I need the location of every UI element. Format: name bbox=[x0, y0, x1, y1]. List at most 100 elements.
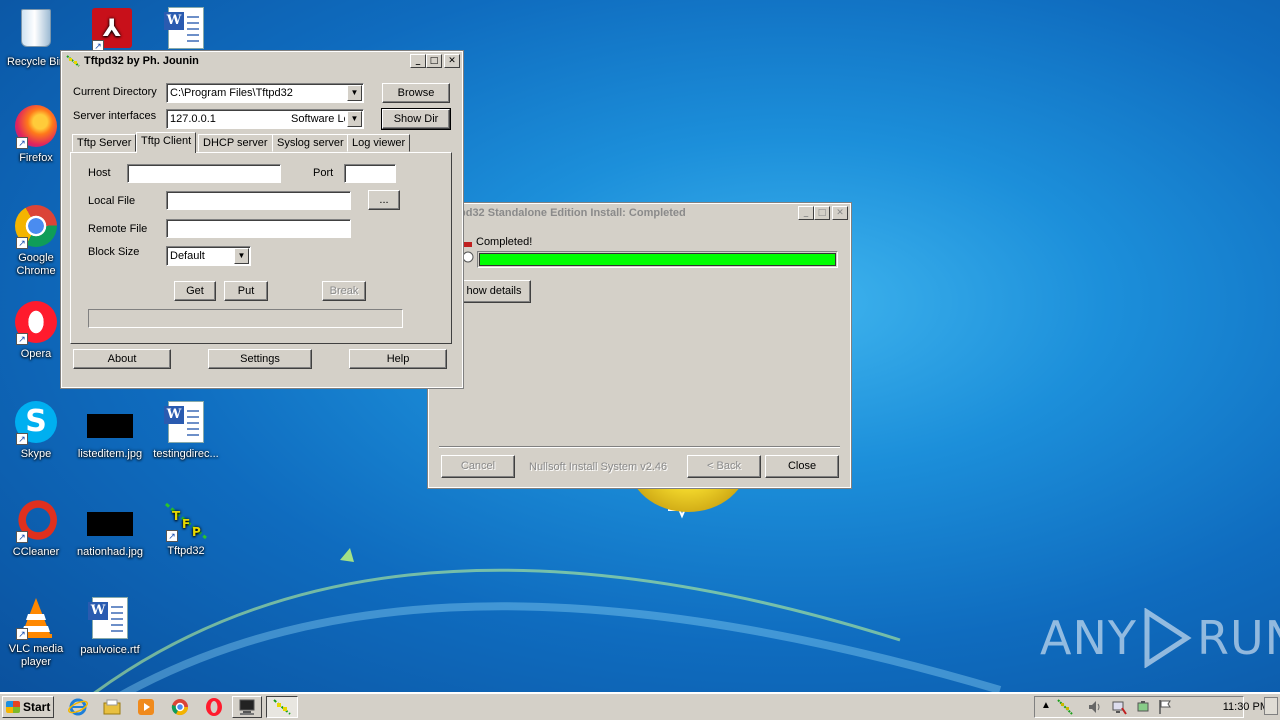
chevron-down-icon[interactable]: ▼ bbox=[347, 85, 362, 101]
desktop-icon-nationhad[interactable]: nationhad.jpg bbox=[74, 502, 146, 559]
show-details-button[interactable]: how details bbox=[457, 280, 531, 303]
desktop-icon-label: testingdirec... bbox=[153, 448, 219, 460]
action-center-flag-icon[interactable] bbox=[1157, 699, 1173, 715]
file-explorer-icon[interactable] bbox=[102, 697, 122, 717]
cancel-button[interactable]: Cancel bbox=[441, 455, 515, 478]
put-button[interactable]: Put bbox=[224, 281, 268, 301]
block-size-select[interactable]: Default ▼ bbox=[166, 246, 251, 266]
minimize-button[interactable]: _ bbox=[798, 206, 814, 220]
tab-tftp-server[interactable]: Tftp Server bbox=[72, 134, 137, 152]
back-button[interactable]: < Back bbox=[687, 455, 761, 478]
desktop-icon-vlc[interactable]: ↗ VLC media player bbox=[0, 596, 72, 669]
tab-log-viewer[interactable]: Log viewer bbox=[347, 134, 411, 152]
image-thumbnail-icon bbox=[87, 512, 133, 536]
tab-tftp-client[interactable]: Tftp Client bbox=[136, 132, 197, 153]
image-thumbnail-icon bbox=[87, 414, 133, 438]
play-triangle-icon bbox=[1144, 608, 1192, 668]
local-file-input[interactable] bbox=[166, 191, 351, 210]
desktop-icon-tftpd32[interactable]: T F P ↗ Tftpd32 bbox=[150, 498, 222, 558]
network-icon[interactable] bbox=[1111, 699, 1127, 715]
tftpd-titlebar[interactable]: Tftpd32 by Ph. Jounin _ □ ✕ bbox=[62, 52, 462, 70]
minimize-button[interactable]: _ bbox=[410, 54, 426, 68]
desktop-icon-listeditem[interactable]: listeditem.jpg bbox=[74, 404, 146, 461]
browse-button[interactable]: Browse bbox=[382, 83, 450, 103]
desktop-icon-skype[interactable]: S ↗ Skype bbox=[0, 400, 72, 461]
server-interfaces-label: Server interfaces bbox=[73, 110, 157, 122]
tab-strip: Tftp Server Tftp Client DHCP server Sysl… bbox=[70, 132, 452, 154]
shortcut-arrow-icon: ↗ bbox=[16, 237, 28, 249]
show-hidden-icons-icon[interactable]: ▲ bbox=[1041, 700, 1051, 711]
close-window-button[interactable]: ✕ bbox=[444, 54, 460, 68]
tab-syslog-server[interactable]: Syslog server bbox=[272, 134, 349, 152]
svg-text:F: F bbox=[182, 517, 190, 531]
taskbar: Start ▲ 11:30 PM bbox=[0, 692, 1280, 720]
about-button[interactable]: About bbox=[73, 349, 171, 369]
port-label: Port bbox=[313, 167, 334, 179]
opera-taskbar-icon[interactable] bbox=[204, 697, 224, 717]
desktop-icon-paulvoice[interactable]: W paulvoice.rtf bbox=[74, 596, 146, 657]
desktop-icon-doc-top[interactable]: W bbox=[150, 6, 222, 54]
tftpd-taskbar-icon bbox=[273, 699, 291, 715]
watermark-right: RUN bbox=[1196, 611, 1280, 665]
server-interfaces-combo[interactable]: 127.0.0.1 Software Lo ▼ bbox=[166, 109, 364, 129]
remote-file-input[interactable] bbox=[166, 219, 351, 238]
desktop-icon-pdf[interactable]: ⅄ ↗ bbox=[76, 6, 148, 55]
desktop-icon-testingdirec[interactable]: W testingdirec... bbox=[150, 400, 222, 461]
clock[interactable]: 11:30 PM bbox=[1223, 697, 1269, 717]
tftpd-window: Tftpd32 by Ph. Jounin _ □ ✕ Current Dire… bbox=[60, 50, 464, 389]
current-directory-combo[interactable]: C:\Program Files\Tftpd32 ▼ bbox=[166, 83, 364, 103]
settings-button[interactable]: Settings bbox=[208, 349, 312, 369]
taskbar-app-cmd[interactable] bbox=[232, 696, 262, 718]
server-interface-name: Software Lo bbox=[291, 113, 345, 125]
local-file-browse-button[interactable]: ... bbox=[368, 190, 400, 210]
anyrun-watermark: ANY RUN bbox=[1040, 608, 1280, 668]
show-desktop-button[interactable] bbox=[1264, 697, 1278, 715]
host-input[interactable] bbox=[127, 164, 281, 183]
block-size-value: Default bbox=[170, 250, 205, 262]
windows-flag-icon bbox=[6, 701, 20, 713]
desktop-icon-label: nationhad.jpg bbox=[76, 546, 144, 558]
shortcut-arrow-icon: ↗ bbox=[16, 333, 28, 345]
power-icon[interactable] bbox=[1135, 699, 1151, 715]
current-directory-value: C:\Program Files\Tftpd32 bbox=[170, 87, 293, 99]
shortcut-arrow-icon: ↗ bbox=[16, 137, 28, 149]
chevron-down-icon[interactable]: ▼ bbox=[234, 248, 249, 264]
svg-text:T: T bbox=[172, 509, 181, 523]
volume-icon[interactable] bbox=[1087, 699, 1103, 715]
host-label: Host bbox=[88, 167, 111, 179]
tab-dhcp-server[interactable]: DHCP server bbox=[198, 134, 273, 152]
get-button[interactable]: Get bbox=[174, 281, 216, 301]
desktop-icon-label: Opera bbox=[20, 348, 52, 360]
shortcut-arrow-icon: ↗ bbox=[16, 628, 28, 640]
port-input[interactable] bbox=[344, 164, 396, 183]
shortcut-arrow-icon: ↗ bbox=[16, 531, 28, 543]
show-dir-button[interactable]: Show Dir bbox=[381, 108, 451, 130]
taskbar-app-tftpd[interactable] bbox=[266, 696, 298, 718]
desktop-icon-label: Tftpd32 bbox=[167, 545, 205, 557]
close-window-button[interactable]: ✕ bbox=[832, 206, 848, 220]
tftpd-tray-icon[interactable] bbox=[1057, 699, 1073, 715]
current-directory-label: Current Directory bbox=[73, 86, 157, 98]
server-interface-ip: 127.0.0.1 bbox=[170, 113, 216, 125]
desktop-icon-label: listeditem.jpg bbox=[77, 448, 143, 460]
chevron-down-icon[interactable]: ▼ bbox=[347, 111, 362, 127]
internet-explorer-icon[interactable] bbox=[68, 697, 88, 717]
break-button[interactable]: Break bbox=[322, 281, 366, 301]
maximize-button[interactable]: □ bbox=[814, 206, 830, 220]
watermark-left: ANY bbox=[1040, 611, 1137, 665]
shortcut-arrow-icon: ↗ bbox=[16, 433, 28, 445]
media-player-icon[interactable] bbox=[136, 697, 156, 717]
svg-text:P: P bbox=[192, 525, 201, 539]
block-size-label: Block Size bbox=[88, 246, 140, 258]
tftpd-title: Tftpd32 by Ph. Jounin bbox=[84, 55, 199, 67]
start-button[interactable]: Start bbox=[2, 696, 54, 718]
chrome-taskbar-icon[interactable] bbox=[170, 697, 190, 717]
word-document-icon: W bbox=[164, 7, 204, 49]
help-button[interactable]: Help bbox=[349, 349, 447, 369]
installer-titlebar[interactable]: pd32 Standalone Edition Install: Complet… bbox=[429, 204, 850, 222]
installer-close-button[interactable]: Close bbox=[765, 455, 839, 478]
installer-progress-bar bbox=[477, 251, 838, 268]
installer-title: pd32 Standalone Edition Install: Complet… bbox=[459, 207, 686, 219]
maximize-button[interactable]: □ bbox=[426, 54, 442, 68]
desktop-icon-ccleaner[interactable]: ↗ CCleaner bbox=[0, 498, 72, 559]
